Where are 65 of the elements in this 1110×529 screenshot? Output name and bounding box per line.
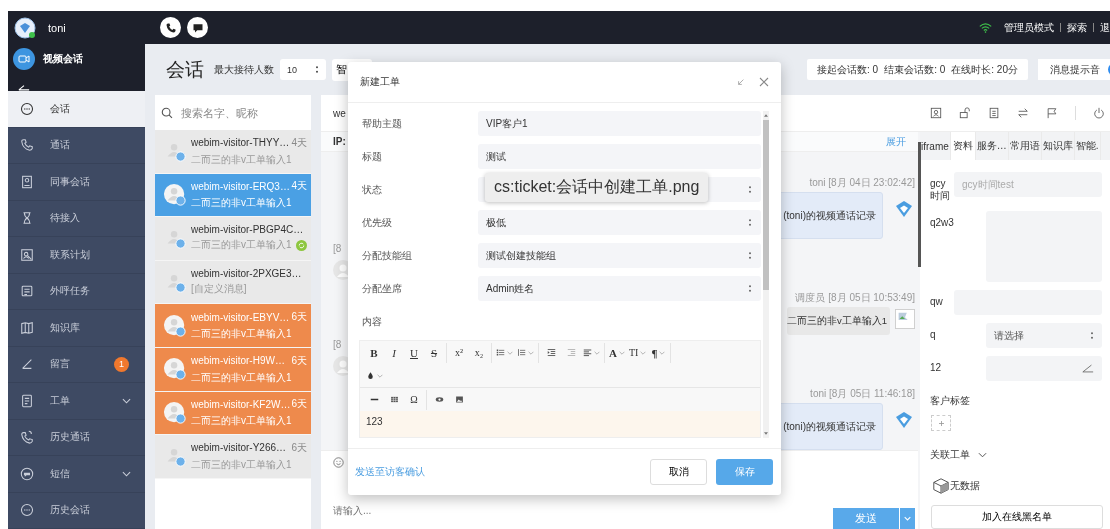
field-label: 12 [930,361,943,374]
message-time: [8 [333,339,343,350]
field-label: 标题 [361,150,383,164]
file-name-tooltip: cs:ticket:会话中创建工单.png [485,173,709,202]
time-label: 6天 [291,440,307,455]
menu-label: 留言 [50,357,71,372]
empty-text: 无数据 [950,479,980,493]
stat-text: 接起会话数: 0 [817,62,879,77]
menu-label: 联系计划 [50,247,91,262]
content-label: 内容 [361,315,383,329]
page-title: 会话 [166,57,204,82]
field-label: q2w3 [930,216,955,229]
tags-label: 客户标签 [930,394,971,409]
time-label: 4天 [291,179,307,194]
visitor-name: webim-visitor-PBGP4C… [191,224,304,236]
menu-label: 同事会话 [50,174,91,189]
message-preview: 二而三的非v工单输入1 [191,370,292,385]
field-label: q [930,328,937,341]
video-call-label: 视频会话 [43,52,83,66]
menu-label: 历史会话 [50,503,91,518]
visitor-name: webim-visitor-Y266… [191,442,287,454]
visitor-name: webim-visitor-2PXGE3… [191,268,302,280]
field-label: 分配坐席 [361,282,403,296]
visitor-name: webim-visitor-EBYV… [191,311,290,323]
ip-label: IP: [333,136,346,147]
menu-label: 工单 [50,393,71,408]
field-label: 状态 [361,183,383,197]
menu-label: 外呼任务 [50,284,91,299]
visitor-title: we [333,107,346,119]
sound-label: 消息提示音 [1050,62,1100,77]
field-label: 优先级 [361,216,393,230]
message-time: 调度员 [8月 05日 10:53:49] [795,291,915,305]
message-preview: 二而三的非v工单输入1 [191,196,292,211]
menu-label: 短信 [50,466,71,481]
visitor-name: webim-visitor-THYY… [191,137,290,149]
time-label: 6天 [291,353,307,368]
message-preview: 二而三的非v工单输入1 [191,327,292,342]
visitor-name: webim-visitor-ERQ3… [191,180,290,192]
visitor-name: webim-visitor-KF2W… [191,398,291,410]
menu-label: 知识库 [50,320,81,335]
time-label: 4天 [291,135,307,150]
stat-text: 结束会话数: 0 [884,62,946,77]
message-preview: [自定义消息] [191,282,247,297]
field-label: 分配技能组 [361,249,413,263]
menu-label: 历史通话 [50,430,91,445]
menu-label: 通话 [50,138,71,153]
time-label: 6天 [291,397,307,412]
linked-tickets-label: 关联工单 [930,448,970,462]
editor-text: 123 [366,416,383,427]
user-name: toni [48,21,66,34]
menu-label: 待接入 [50,211,81,226]
message-time: [8 [333,243,343,254]
max-label: 最大接待人数 [214,62,274,77]
message-bubble: 二而三的非v工单输入1 [786,307,890,335]
time-label: 6天 [291,310,307,325]
message-preview: 二而三的非v工单输入1 [191,414,292,429]
stat-text: 在线时长: 20分 [951,62,1018,77]
message-time: toni [8月 04日 23:02:42] [809,176,915,190]
message-time: toni [8月 05日 11:46:18] [810,387,915,401]
field-label: gcy时间 [930,177,950,204]
field-label: 帮助主题 [361,117,403,131]
count-badge: 1 [114,356,129,372]
menu-label: 会话 [50,101,71,116]
field-label: qw [930,295,944,308]
visitor-name: webim-visitor-H9W… [191,355,285,367]
